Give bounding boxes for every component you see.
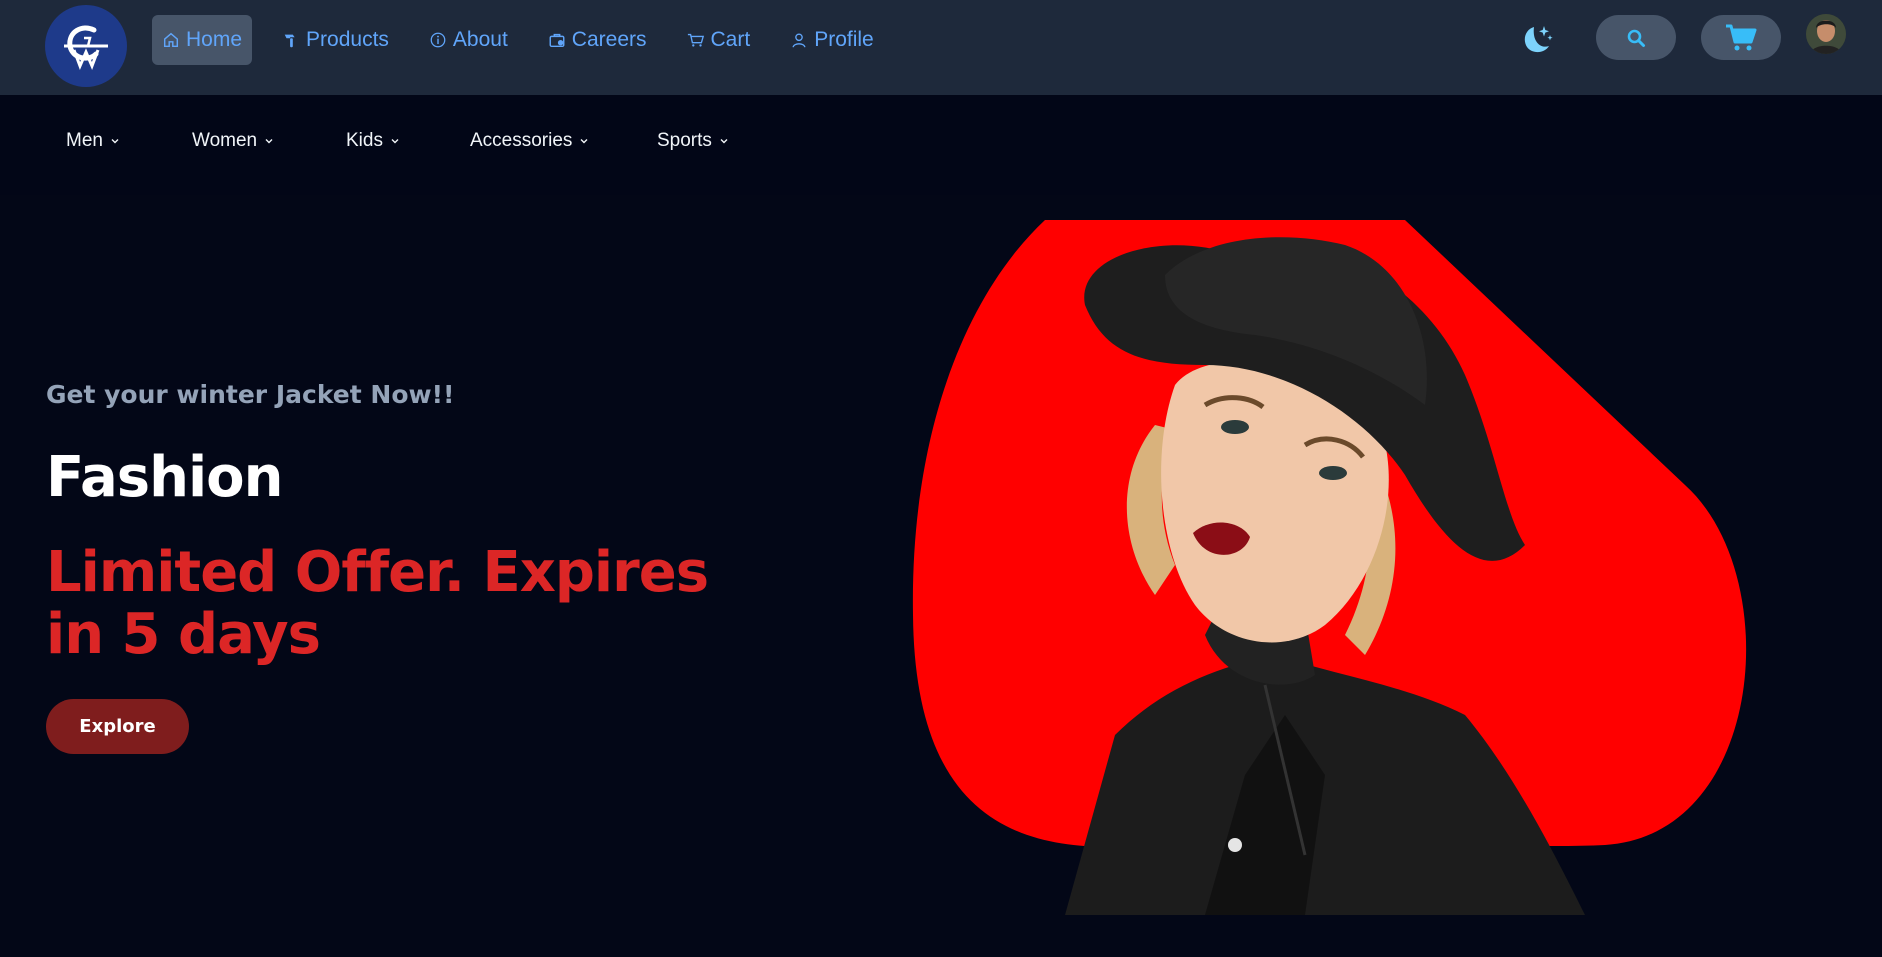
category-label: Men (66, 130, 103, 151)
nav-home[interactable]: Home (152, 15, 253, 65)
category-bar (0, 95, 1882, 195)
hammer-icon (284, 34, 295, 48)
cart-button[interactable] (1701, 15, 1781, 60)
category-label: Women (192, 130, 258, 151)
hero-offer-text: Limited Offer. Expires in 5 days (46, 540, 709, 667)
main-nav: Home Products About Careers Cart Profile (152, 15, 904, 65)
nav-careers-label: Careers (571, 28, 647, 51)
category-sports[interactable]: Sports (657, 130, 730, 152)
category-label: Accessories (470, 130, 573, 151)
chevron-down-icon (720, 139, 728, 144)
nav-home-label: Home (186, 28, 243, 51)
search-button[interactable] (1596, 15, 1676, 60)
moon-stars-icon (1524, 26, 1553, 53)
nav-cart[interactable]: Cart (677, 15, 761, 65)
briefcase-icon (549, 33, 565, 48)
hero-image (912, 220, 1747, 915)
theme-toggle-button[interactable] (1516, 20, 1556, 60)
cart-icon (687, 33, 704, 47)
nav-profile-label: Profile (814, 28, 874, 51)
shopping-cart-icon (1726, 24, 1757, 50)
chevron-down-icon (111, 139, 119, 144)
category-accessories[interactable]: Accessories (470, 130, 590, 152)
nav-about[interactable]: About (419, 15, 518, 65)
nav-cart-label: Cart (710, 28, 751, 51)
nav-products-label: Products (306, 28, 389, 51)
brand-logo-icon[interactable] (45, 5, 127, 87)
user-icon (792, 33, 806, 48)
chevron-down-icon (580, 139, 588, 144)
hero-subtitle: Get your winter Jacket Now!! (46, 380, 455, 409)
top-navbar: Home Products About Careers Cart Profile (0, 0, 1882, 95)
category-kids[interactable]: Kids (346, 130, 401, 152)
nav-profile[interactable]: Profile (780, 15, 884, 65)
info-icon (430, 32, 446, 48)
search-icon (1627, 29, 1645, 47)
avatar[interactable] (1806, 14, 1846, 54)
chevron-down-icon (391, 139, 399, 144)
nav-about-label: About (452, 28, 508, 51)
category-label: Sports (657, 130, 712, 151)
nav-careers[interactable]: Careers (538, 15, 657, 65)
category-women[interactable]: Women (192, 130, 275, 152)
nav-products[interactable]: Products (272, 15, 399, 65)
hero-title: Fashion (46, 445, 283, 510)
explore-button[interactable]: Explore (46, 699, 189, 754)
chevron-down-icon (265, 139, 273, 144)
home-icon (163, 32, 179, 48)
category-men[interactable]: Men (66, 130, 121, 152)
category-label: Kids (346, 130, 383, 151)
